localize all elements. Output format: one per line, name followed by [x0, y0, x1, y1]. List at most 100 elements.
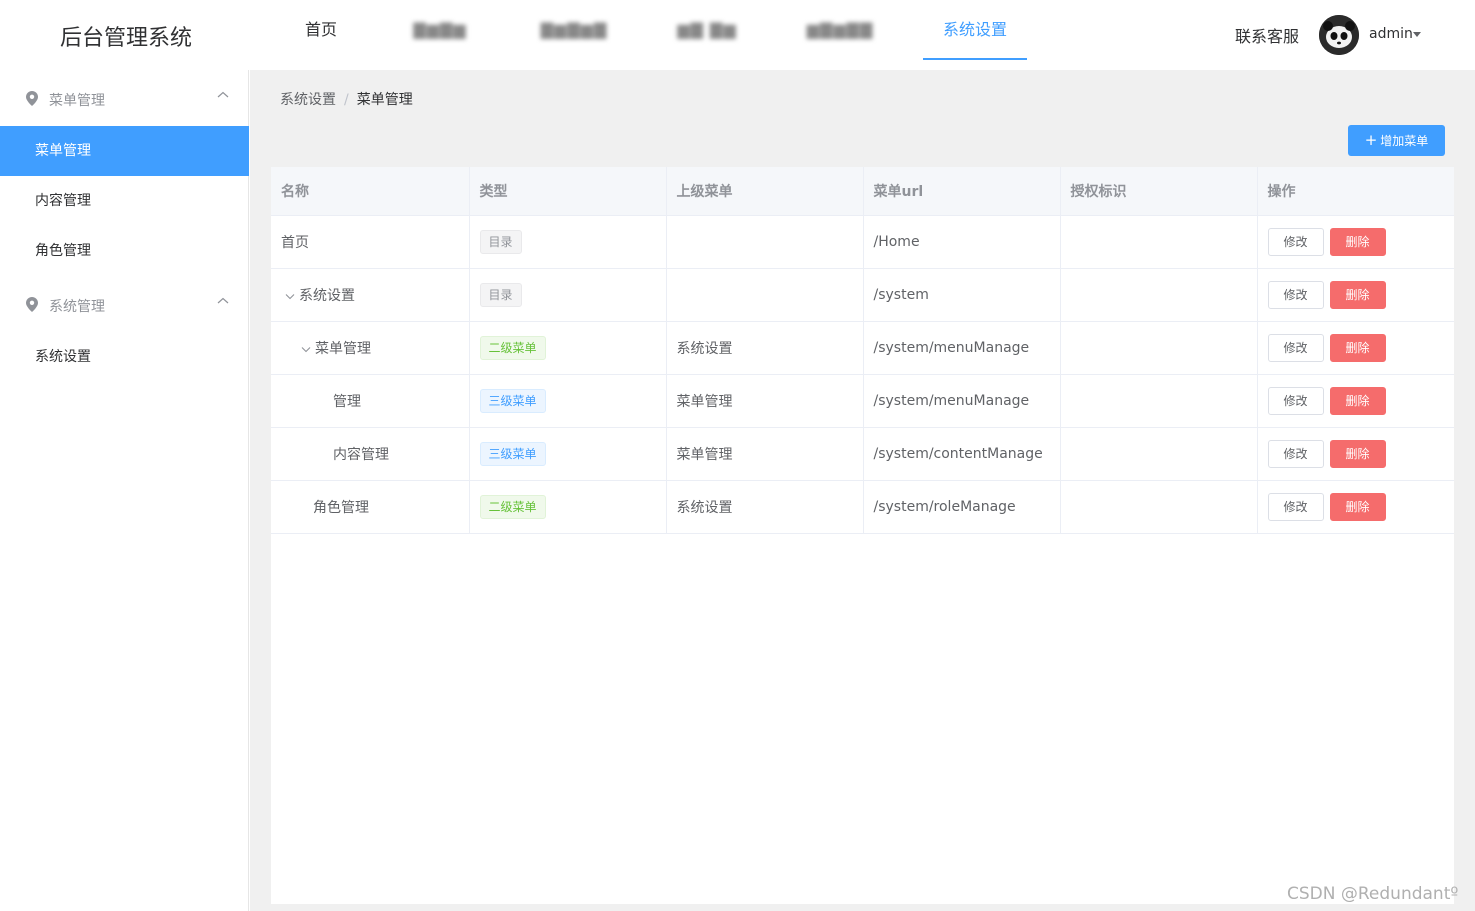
type-tag: 目录 [479, 229, 522, 254]
location-pin-icon [26, 297, 38, 312]
cell-url: /system/menuManage [863, 374, 1061, 428]
cell-type: 目录 [469, 215, 667, 269]
cell-parent: 菜单管理 [666, 427, 864, 481]
breadcrumb-current: 菜单管理 [356, 92, 413, 108]
row-name: 管理 [333, 393, 361, 410]
table-row: 首页 目录 /Home 修改 删除 [271, 215, 1454, 269]
cell-type: 三级菜单 [469, 427, 667, 481]
location-pin-icon [26, 91, 38, 106]
cell-name: 系统设置 [271, 268, 470, 322]
edit-button[interactable]: 修改 [1267, 439, 1324, 468]
type-tag: 目录 [479, 282, 522, 307]
column-header-permission: 授权标识 [1060, 167, 1258, 216]
delete-button[interactable]: 删除 [1329, 280, 1386, 309]
cell-parent [666, 215, 864, 269]
column-header-type: 类型 [469, 167, 667, 216]
cell-permission [1060, 480, 1258, 534]
cell-actions: 修改 删除 [1257, 321, 1454, 375]
plus-icon: + [1364, 131, 1378, 149]
cell-parent: 系统设置 [666, 480, 864, 534]
cell-actions: 修改 删除 [1257, 374, 1454, 428]
delete-button[interactable]: 删除 [1329, 227, 1386, 256]
tree-expand-icon[interactable] [301, 343, 315, 356]
cell-actions: 修改 删除 [1257, 480, 1454, 534]
delete-button[interactable]: 删除 [1329, 333, 1386, 362]
cell-parent [666, 268, 864, 322]
breadcrumb: 系统设置 / 菜单管理 [280, 89, 413, 109]
cell-parent: 菜单管理 [666, 374, 864, 428]
top-header: 后台管理系统 首页 ▇▆▇▆ ▇▆▇▆▇ ▆▇ ▇▆ ▆▇▆▇▇ 系统设置 联系… [0, 0, 1475, 70]
edit-button[interactable]: 修改 [1267, 280, 1324, 309]
chevron-up-icon [217, 91, 229, 98]
type-tag: 二级菜单 [479, 494, 546, 519]
chevron-up-icon [217, 297, 229, 304]
type-tag: 三级菜单 [479, 441, 546, 466]
cell-permission [1060, 321, 1258, 375]
row-name: 菜单管理 [315, 340, 371, 357]
cell-actions: 修改 删除 [1257, 427, 1454, 481]
add-menu-label: 增加菜单 [1380, 134, 1429, 148]
cell-type: 三级菜单 [469, 374, 667, 428]
delete-button[interactable]: 删除 [1329, 386, 1386, 415]
nav-item-2[interactable]: ▇▆▇▆ [405, 0, 475, 60]
add-menu-button[interactable]: + 增加菜单 [1348, 125, 1445, 156]
cell-type: 二级菜单 [469, 480, 667, 534]
delete-button[interactable]: 删除 [1329, 439, 1386, 468]
cell-type: 目录 [469, 268, 667, 322]
table-row: 系统设置 目录 /system 修改 删除 [271, 268, 1454, 322]
app-logo: 后台管理系统 [60, 26, 193, 51]
contact-support-link[interactable]: 联系客服 [1235, 23, 1299, 47]
delete-button[interactable]: 删除 [1329, 492, 1386, 521]
breadcrumb-root[interactable]: 系统设置 [280, 92, 336, 108]
username[interactable]: admin [1369, 26, 1413, 42]
nav-home[interactable]: 首页 [293, 0, 349, 60]
avatar[interactable] [1319, 15, 1359, 55]
cell-type: 二级菜单 [469, 321, 667, 375]
cell-permission [1060, 268, 1258, 322]
caret-down-icon[interactable] [1413, 32, 1421, 37]
column-header-url: 菜单url [863, 167, 1061, 216]
edit-button[interactable]: 修改 [1267, 386, 1324, 415]
sidebar: 菜单管理 菜单管理 内容管理 角色管理 系统管理 系统设置 [0, 70, 249, 911]
cell-url: /system [863, 268, 1061, 322]
table-row: 内容管理 三级菜单 菜单管理 /system/contentManage 修改删… [271, 427, 1454, 481]
row-name: 首页 [281, 234, 309, 251]
cell-name: 内容管理 [271, 427, 470, 481]
cell-url: /system/menuManage [863, 321, 1061, 375]
row-name: 系统设置 [299, 287, 355, 304]
sidebar-item-content-management[interactable]: 内容管理 [0, 176, 249, 226]
column-header-name: 名称 [271, 167, 470, 216]
sidebar-item-system-settings[interactable]: 系统设置 [0, 332, 249, 382]
edit-button[interactable]: 修改 [1267, 227, 1324, 256]
cell-name: 菜单管理 [271, 321, 470, 375]
edit-button[interactable]: 修改 [1267, 492, 1324, 521]
menu-table: 名称 类型 上级菜单 菜单url 授权标识 操作 首页 目录 /Home 修改删… [271, 167, 1454, 904]
table-header-row: 名称 类型 上级菜单 菜单url 授权标识 操作 [271, 167, 1454, 216]
nav-item-3[interactable]: ▇▆▇▆▇ [537, 0, 611, 60]
cell-url: /system/roleManage [863, 480, 1061, 534]
tree-expand-icon[interactable] [285, 290, 299, 303]
nav-item-5[interactable]: ▆▇▆▇▇ [803, 0, 877, 60]
cell-actions: 修改 删除 [1257, 215, 1454, 269]
sidebar-group-menu-management[interactable]: 菜单管理 [0, 70, 249, 126]
edit-button[interactable]: 修改 [1267, 333, 1324, 362]
panda-avatar-icon [1319, 15, 1359, 55]
nav-item-4[interactable]: ▆▇ ▇▆ [670, 0, 744, 60]
cell-actions: 修改 删除 [1257, 268, 1454, 322]
table-row: 菜单管理 二级菜单 系统设置 /system/menuManage 修改 删除 [271, 321, 1454, 375]
row-name: 内容管理 [333, 446, 389, 463]
sidebar-item-menu-management[interactable]: 菜单管理 [0, 126, 249, 176]
cell-name: 首页 [271, 215, 470, 269]
cell-url: /system/contentManage [863, 427, 1061, 481]
cell-permission [1060, 427, 1258, 481]
sidebar-group-label: 系统管理 [49, 299, 105, 315]
breadcrumb-separator: / [344, 92, 349, 108]
watermark: CSDN @Redundantº [1287, 884, 1459, 904]
sidebar-group-system-management[interactable]: 系统管理 [0, 276, 249, 332]
nav-system-settings[interactable]: 系统设置 [923, 0, 1027, 60]
column-header-actions: 操作 [1257, 167, 1454, 216]
sidebar-item-role-management[interactable]: 角色管理 [0, 226, 249, 276]
table-row: 角色管理 二级菜单 系统设置 /system/roleManage 修改 删除 [271, 480, 1454, 534]
type-tag: 三级菜单 [479, 388, 546, 413]
cell-parent: 系统设置 [666, 321, 864, 375]
